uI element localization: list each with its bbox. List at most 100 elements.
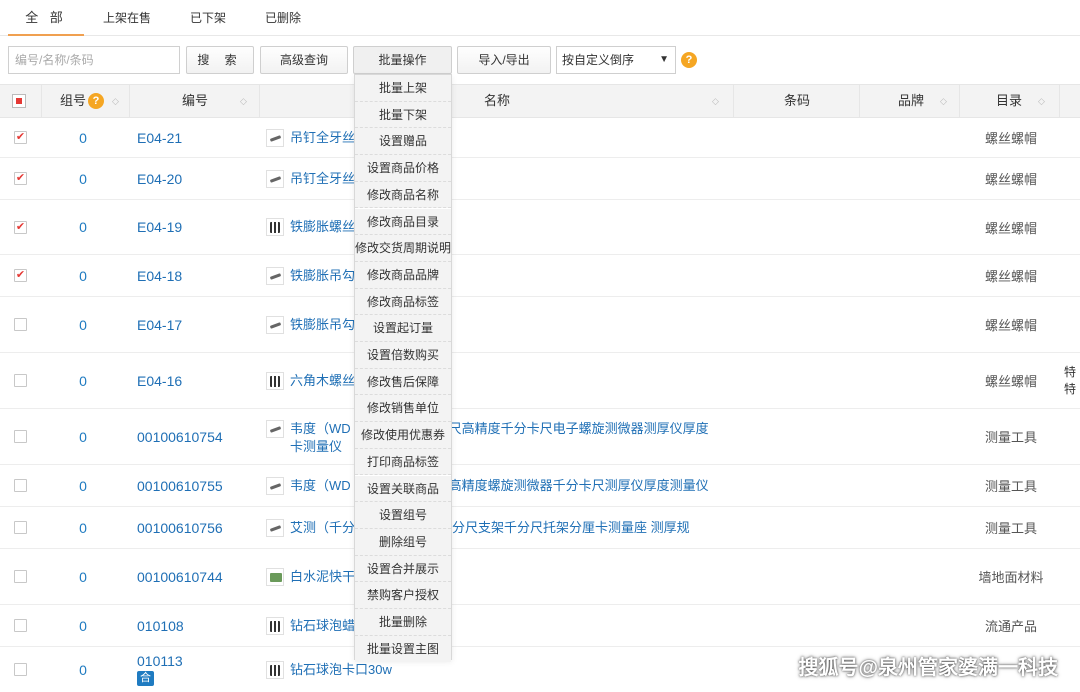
row-name-link-continued[interactable]: 高精度螺旋测微器千分卡尺测厚仪厚度测量仪 bbox=[449, 477, 709, 495]
table-row[interactable]: 0 00100610744 白水泥快干 墙地面材料 bbox=[0, 549, 1080, 605]
menu-item-batch-list[interactable]: 批量上架 bbox=[355, 75, 451, 102]
row-checkbox[interactable] bbox=[14, 521, 27, 534]
table-row[interactable]: ✔ 0 E04-19 铁膨胀螺丝 螺丝螺帽 bbox=[0, 200, 1080, 255]
row-code-link[interactable]: 010108 bbox=[137, 618, 184, 634]
menu-item-set-main-image[interactable]: 批量设置主图 bbox=[355, 635, 451, 663]
row-name-link[interactable]: 吊钉全牙丝 bbox=[290, 129, 355, 147]
row-name-link[interactable]: 钻石球泡卡口30w bbox=[290, 661, 392, 679]
tab-all[interactable]: 全 部 bbox=[8, 0, 84, 36]
row-checkbox[interactable] bbox=[14, 479, 27, 492]
row-code-link[interactable]: 00100610744 bbox=[137, 569, 223, 585]
header-barcode[interactable]: 条码 bbox=[734, 85, 860, 117]
header-group[interactable]: 组号 ? ◇ bbox=[42, 85, 130, 117]
row-checkbox[interactable] bbox=[14, 663, 27, 676]
sort-icon[interactable]: ◇ bbox=[112, 85, 119, 117]
row-checkbox[interactable]: ✔ bbox=[14, 269, 27, 282]
sort-icon[interactable]: ◇ bbox=[240, 85, 247, 117]
tab-deleted[interactable]: 已删除 bbox=[252, 0, 314, 36]
row-code-link[interactable]: 00100610756 bbox=[137, 520, 223, 536]
row-code-link[interactable]: 00100610754 bbox=[137, 429, 223, 445]
import-export-button[interactable]: 导入/导出 bbox=[457, 46, 551, 74]
menu-item-edit-warranty[interactable]: 修改售后保障 bbox=[355, 368, 451, 396]
row-name-link[interactable]: 钻石球泡蜡 bbox=[290, 617, 355, 635]
header-category[interactable]: 目录 ◇ bbox=[960, 85, 1060, 117]
header-name[interactable]: 名称 ◇ bbox=[260, 85, 734, 117]
header-brand[interactable]: 品牌 ◇ bbox=[860, 85, 960, 117]
row-code-link[interactable]: 00100610755 bbox=[137, 478, 223, 494]
sort-icon[interactable]: ◇ bbox=[940, 85, 947, 117]
product-thumbnail bbox=[266, 266, 284, 285]
table-row[interactable]: 0 010108 钻石球泡蜡 流通产品 bbox=[0, 605, 1080, 647]
row-checkbox[interactable] bbox=[14, 374, 27, 387]
menu-item-edit-coupon[interactable]: 修改使用优惠券 bbox=[355, 422, 451, 449]
menu-item-block-customer[interactable]: 禁购客户授权 bbox=[355, 582, 451, 609]
menu-item-edit-category[interactable]: 修改商品目录 bbox=[355, 208, 451, 236]
menu-item-delete-group[interactable]: 删除组号 bbox=[355, 528, 451, 556]
row-group: 0 bbox=[79, 477, 87, 494]
row-code-link[interactable]: E04-19 bbox=[137, 219, 182, 235]
row-code-link[interactable]: E04-18 bbox=[137, 268, 182, 284]
chevron-down-icon: ▼ bbox=[659, 54, 669, 65]
menu-item-set-multiple[interactable]: 设置倍数购买 bbox=[355, 342, 451, 369]
help-icon[interactable]: ? bbox=[681, 52, 697, 68]
row-name-link-continued[interactable]: 尺高精度千分卡尺电子螺旋测微器测厚仪厚度 bbox=[449, 421, 709, 436]
table-row[interactable]: 0 E04-16 六角木螺丝 螺丝螺帽 特 特 bbox=[0, 353, 1080, 409]
sort-select[interactable]: 按自定义倒序 ▼ bbox=[556, 46, 676, 74]
menu-item-edit-unit[interactable]: 修改销售单位 bbox=[355, 395, 451, 423]
menu-item-edit-brand[interactable]: 修改商品品牌 bbox=[355, 261, 451, 289]
row-name-link[interactable]: 白水泥快干 bbox=[290, 568, 355, 586]
menu-item-batch-delete[interactable]: 批量删除 bbox=[355, 609, 451, 636]
table-row[interactable]: ✔ 0 E04-20 吊钉全牙丝 螺丝螺帽 bbox=[0, 158, 1080, 200]
row-code-link[interactable]: E04-20 bbox=[137, 171, 182, 187]
row-code-link[interactable]: E04-21 bbox=[137, 130, 182, 146]
tab-off-shelf[interactable]: 已下架 bbox=[178, 0, 238, 36]
row-name-link-continued[interactable]: 千分尺支架千分尺托架分厘卡测量座 测厚规 bbox=[439, 519, 690, 537]
row-code-link[interactable]: E04-16 bbox=[137, 373, 182, 389]
table-row[interactable]: 0 00100610754 韦度（WD 尺高精度千分卡尺电子螺旋测微器测厚仪厚度 … bbox=[0, 409, 1080, 465]
row-code-link[interactable]: 010113 bbox=[137, 653, 183, 669]
menu-item-edit-delivery[interactable]: 修改交货周期说明 bbox=[355, 235, 451, 262]
menu-item-related[interactable]: 设置关联商品 bbox=[355, 475, 451, 503]
menu-item-edit-name[interactable]: 修改商品名称 bbox=[355, 181, 451, 209]
row-name-link[interactable]: 铁膨胀吊勾 bbox=[290, 316, 355, 334]
sort-icon[interactable]: ◇ bbox=[712, 85, 719, 117]
header-code[interactable]: 编号 ◇ bbox=[130, 85, 260, 117]
row-name-link[interactable]: 艾测（千分 bbox=[290, 519, 355, 537]
search-input[interactable] bbox=[8, 46, 180, 74]
row-checkbox[interactable]: ✔ bbox=[14, 220, 27, 234]
sort-icon[interactable]: ◇ bbox=[1038, 85, 1045, 117]
row-name-link[interactable]: 铁膨胀吊勾 bbox=[290, 267, 355, 285]
row-name-link-line2[interactable]: 卡测量仪 bbox=[290, 438, 709, 456]
table-row[interactable]: ✔ 0 E04-21 吊钉全牙丝 螺丝螺帽 bbox=[0, 118, 1080, 158]
help-icon[interactable]: ? bbox=[88, 93, 104, 109]
table-row[interactable]: ✔ 0 E04-18 铁膨胀吊勾 螺丝螺帽 bbox=[0, 255, 1080, 297]
menu-item-edit-tags[interactable]: 修改商品标签 bbox=[355, 288, 451, 316]
row-name-link[interactable]: 铁膨胀螺丝 bbox=[290, 218, 355, 236]
batch-operation-button[interactable]: 批量操作 bbox=[353, 46, 452, 74]
advanced-search-button[interactable]: 高级查询 bbox=[260, 46, 348, 74]
row-name-link[interactable]: 韦度（WD bbox=[290, 477, 351, 495]
menu-item-merge-display[interactable]: 设置合并展示 bbox=[355, 555, 451, 583]
menu-item-print-label[interactable]: 打印商品标签 bbox=[355, 448, 451, 476]
row-checkbox[interactable] bbox=[14, 619, 27, 632]
tab-on-sale[interactable]: 上架在售 bbox=[96, 0, 158, 36]
row-checkbox[interactable]: ✔ bbox=[14, 131, 27, 144]
row-checkbox[interactable] bbox=[14, 570, 27, 583]
table-row[interactable]: 0 00100610755 韦度（WD 高精度螺旋测微器千分卡尺测厚仪厚度测量仪 … bbox=[0, 465, 1080, 507]
select-all-checkbox[interactable] bbox=[12, 94, 26, 108]
row-name-link[interactable]: 吊钉全牙丝 bbox=[290, 170, 355, 188]
search-button[interactable]: 搜 索 bbox=[186, 46, 254, 74]
row-checkbox[interactable] bbox=[14, 430, 27, 443]
table-row[interactable]: 0 E04-17 铁膨胀吊勾 螺丝螺帽 bbox=[0, 297, 1080, 353]
row-checkbox[interactable] bbox=[14, 318, 27, 331]
menu-item-set-group[interactable]: 设置组号 bbox=[355, 502, 451, 529]
row-name-link[interactable]: 六角木螺丝 bbox=[290, 372, 355, 390]
row-name-link[interactable]: 韦度（WD bbox=[290, 421, 351, 436]
table-row[interactable]: 0 00100610756 艾测（千分 千分尺支架千分尺托架分厘卡测量座 测厚规 … bbox=[0, 507, 1080, 549]
menu-item-set-gift[interactable]: 设置赠品 bbox=[355, 128, 451, 156]
row-code-link[interactable]: E04-17 bbox=[137, 317, 182, 333]
menu-item-set-moq[interactable]: 设置起订量 bbox=[355, 315, 451, 342]
row-checkbox[interactable]: ✔ bbox=[14, 172, 27, 185]
menu-item-set-price[interactable]: 设置商品价格 bbox=[355, 155, 451, 182]
menu-item-batch-delist[interactable]: 批量下架 bbox=[355, 101, 451, 129]
